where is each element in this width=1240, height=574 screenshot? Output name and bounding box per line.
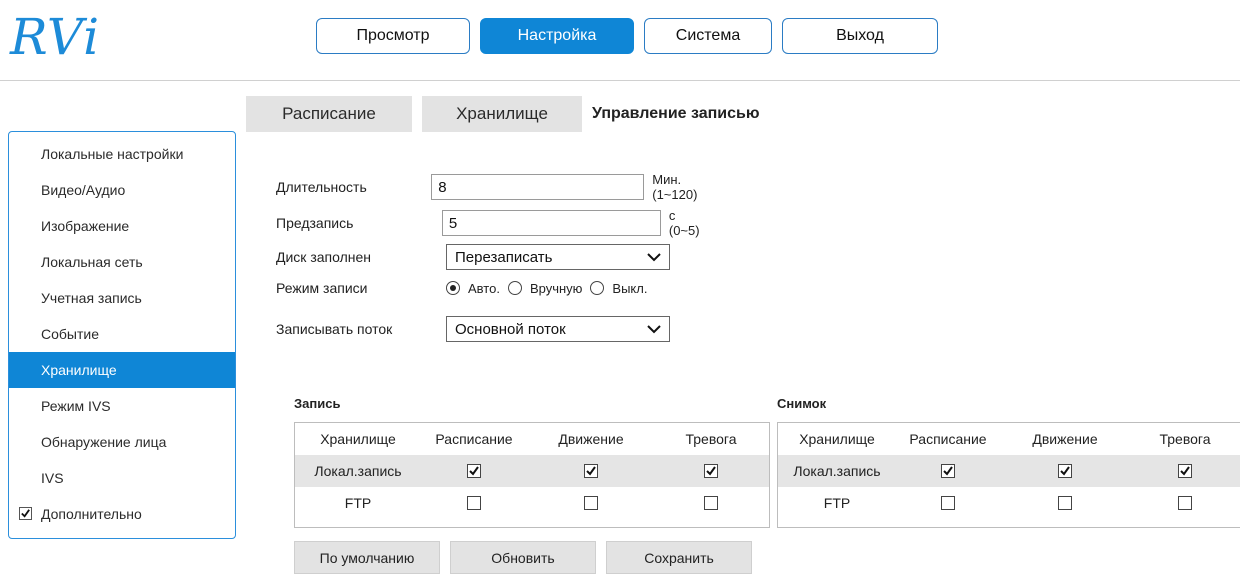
checkbox[interactable] — [1178, 496, 1192, 510]
checkmark-icon — [1060, 466, 1070, 476]
sidebar-item-local-settings[interactable]: Локальные настройки — [9, 136, 235, 172]
sidebar-item-label: Дополнительно — [41, 506, 142, 522]
duration-row: Длительность Мин. (1~120) — [276, 172, 723, 202]
checkbox[interactable] — [941, 464, 955, 478]
sidebar-item-advanced[interactable]: Дополнительно — [9, 496, 235, 532]
checkbox[interactable] — [584, 496, 598, 510]
stream-value: Основной поток — [455, 320, 566, 338]
sidebar-item-face-detection[interactable]: Обнаружение лица — [9, 424, 235, 460]
rvi-logo: RVi — [10, 8, 101, 66]
sidebar-item-image[interactable]: Изображение — [9, 208, 235, 244]
sidebar-item-account[interactable]: Учетная запись — [9, 280, 235, 316]
col-storage: Хранилище — [320, 431, 396, 447]
checkbox[interactable] — [584, 464, 598, 478]
prerecord-row: Предзапись с (0~5) — [276, 208, 709, 238]
nav-system-button[interactable]: Система — [644, 18, 772, 54]
snapshot-table: Хранилище Расписание Движение Тревога Ло… — [777, 422, 1240, 528]
duration-label: Длительность — [276, 179, 367, 195]
nav-settings-button[interactable]: Настройка — [480, 18, 634, 54]
tab-storage[interactable]: Хранилище — [422, 96, 582, 132]
nav-view-button[interactable]: Просмотр — [316, 18, 470, 54]
checkmark-icon — [1180, 466, 1190, 476]
sub-tabs: Расписание Хранилище Управление записью — [246, 96, 842, 132]
checkbox[interactable] — [1058, 496, 1072, 510]
sidebar-item-storage[interactable]: Хранилище — [9, 352, 235, 388]
save-button[interactable]: Сохранить — [606, 541, 752, 574]
checkbox[interactable] — [467, 464, 481, 478]
chevron-down-icon — [647, 325, 661, 334]
default-button[interactable]: По умолчанию — [294, 541, 440, 574]
checkbox[interactable] — [941, 496, 955, 510]
disk-full-select[interactable]: Перезаписать — [446, 244, 670, 270]
duration-hint: Мин. (1~120) — [652, 172, 698, 202]
radio-off[interactable] — [590, 281, 605, 295]
radio-manual[interactable] — [507, 281, 522, 295]
col-schedule: Расписание — [435, 431, 513, 447]
checkbox[interactable] — [704, 496, 718, 510]
prerecord-input[interactable] — [441, 210, 661, 236]
table-row: Локал.запись — [778, 455, 1240, 487]
radio-selected-dot — [450, 285, 456, 291]
refresh-button[interactable]: Обновить — [450, 541, 596, 574]
tab-record-control[interactable]: Управление записью — [592, 96, 832, 132]
sidebar-item-event[interactable]: Событие — [9, 316, 235, 352]
snapshot-section-title: Снимок — [777, 396, 827, 411]
sidebar-item-ivs[interactable]: IVS — [9, 460, 235, 496]
radio-auto[interactable] — [446, 281, 460, 295]
radio-off-label: Выкл. — [612, 280, 648, 296]
table-row: FTP — [295, 487, 769, 519]
checkbox[interactable] — [1058, 464, 1072, 478]
record-section-title: Запись — [294, 396, 341, 411]
col-alarm: Тревога — [685, 431, 737, 447]
disk-full-label: Диск заполнен — [276, 249, 371, 265]
sidebar-item-video-audio[interactable]: Видео/Аудио — [9, 172, 235, 208]
chevron-down-icon — [647, 253, 661, 262]
sidebar-item-ivs-mode[interactable]: Режим IVS — [9, 388, 235, 424]
record-table-header: Хранилище Расписание Движение Тревога — [295, 423, 769, 455]
advanced-checkbox[interactable] — [19, 507, 32, 520]
table-row: FTP — [778, 487, 1240, 519]
col-motion: Движение — [1032, 431, 1098, 447]
checkbox[interactable] — [704, 464, 718, 478]
col-storage: Хранилище — [799, 431, 875, 447]
duration-input[interactable] — [431, 174, 645, 200]
radio-auto-label: Авто. — [468, 280, 500, 296]
record-table: Хранилище Расписание Движение Тревога Ло… — [294, 422, 770, 528]
col-motion: Движение — [558, 431, 624, 447]
row-name: Локал.запись — [793, 463, 881, 479]
row-name: FTP — [823, 495, 851, 511]
stream-row: Записывать поток Основной поток — [276, 316, 670, 342]
disk-full-value: Перезаписать — [455, 248, 553, 266]
col-alarm: Тревога — [1159, 431, 1211, 447]
action-buttons: По умолчанию Обновить Сохранить — [294, 541, 752, 574]
checkbox[interactable] — [1178, 464, 1192, 478]
stream-select[interactable]: Основной поток — [446, 316, 670, 342]
top-nav: Просмотр Настройка Система Выход — [316, 18, 938, 54]
checkmark-icon — [586, 466, 596, 476]
checkmark-icon — [943, 466, 953, 476]
record-mode-label: Режим записи — [276, 280, 368, 296]
settings-sidebar: Локальные настройки Видео/Аудио Изображе… — [8, 131, 236, 539]
radio-manual-label: Вручную — [529, 280, 583, 296]
tab-schedule[interactable]: Расписание — [246, 96, 412, 132]
sidebar-item-network[interactable]: Локальная сеть — [9, 244, 235, 280]
row-name: FTP — [344, 495, 372, 511]
checkmark-icon — [469, 466, 479, 476]
snapshot-table-header: Хранилище Расписание Движение Тревога — [778, 423, 1240, 455]
disk-full-row: Диск заполнен Перезаписать — [276, 244, 670, 270]
row-name: Локал.запись — [314, 463, 402, 479]
table-row: Локал.запись — [295, 455, 769, 487]
stream-label: Записывать поток — [276, 321, 393, 337]
record-mode-row: Режим записи Авто. Вручную Выкл. — [276, 280, 655, 296]
prerecord-hint: с (0~5) — [668, 208, 700, 238]
header-divider — [0, 80, 1240, 81]
col-schedule: Расписание — [909, 431, 987, 447]
prerecord-label: Предзапись — [276, 215, 354, 231]
checkmark-icon — [706, 466, 716, 476]
nav-exit-button[interactable]: Выход — [782, 18, 938, 54]
checkmark-icon — [21, 509, 30, 518]
checkbox[interactable] — [467, 496, 481, 510]
record-mode-radios: Авто. Вручную Выкл. — [446, 281, 655, 296]
